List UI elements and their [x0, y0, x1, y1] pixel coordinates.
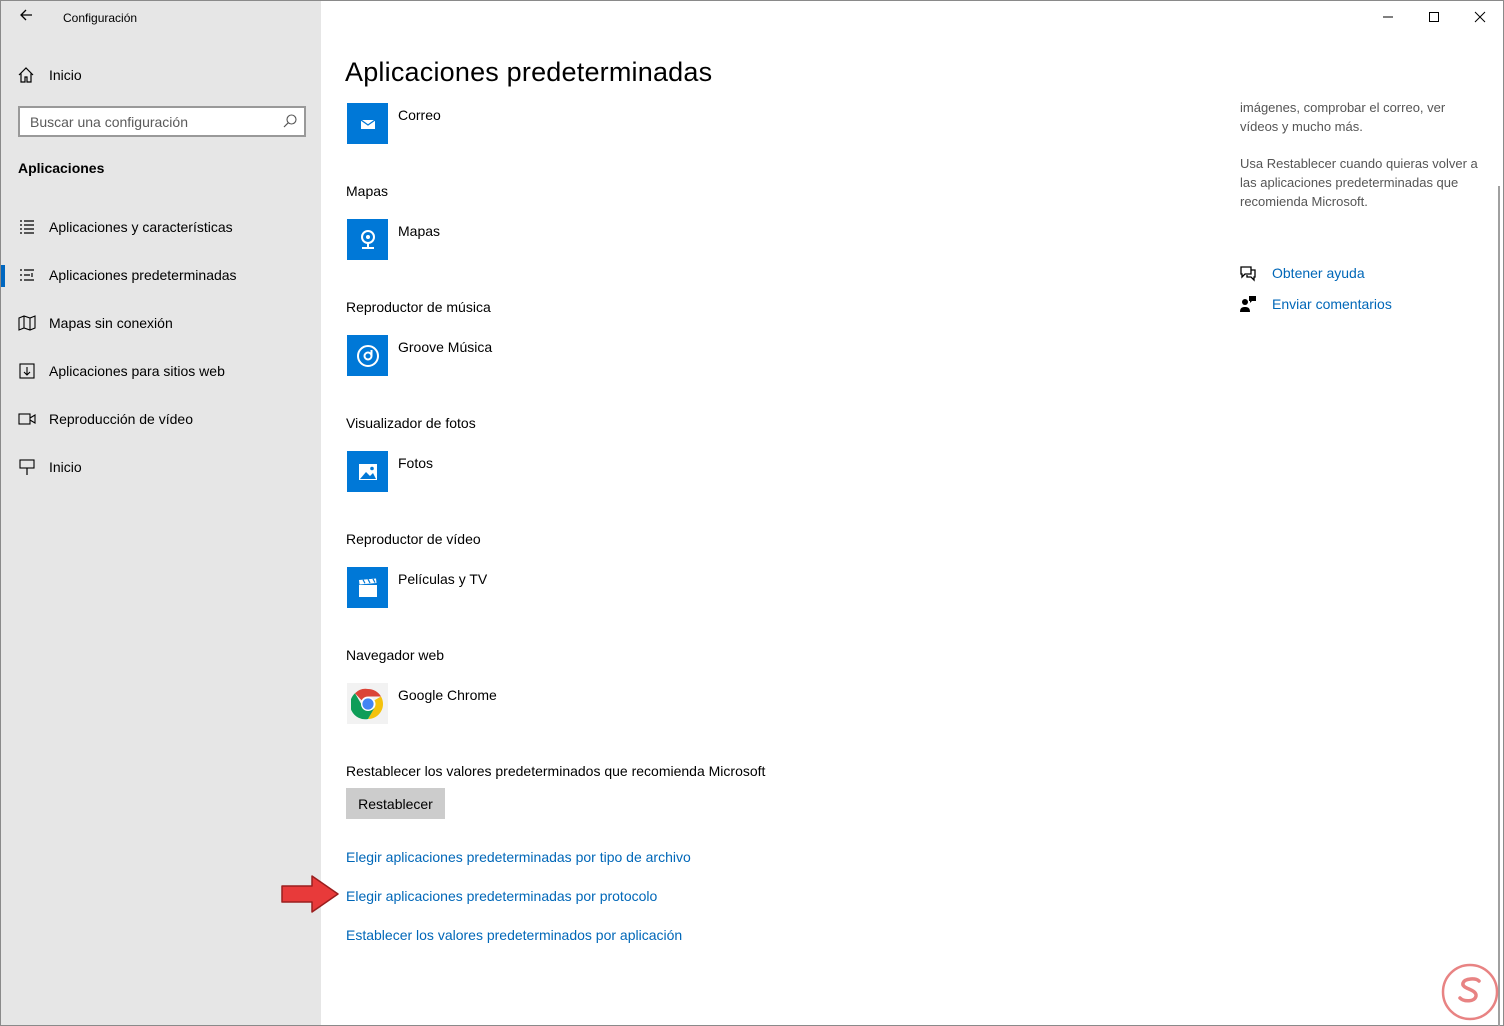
maximize-button[interactable]: [1411, 1, 1457, 33]
search-icon: [283, 114, 297, 128]
groove-icon: [347, 335, 388, 376]
minimize-button[interactable]: [1365, 1, 1411, 33]
chrome-icon: [347, 683, 388, 724]
window-controls: [1365, 1, 1503, 33]
sidebar-item-label: Aplicaciones predeterminadas: [49, 267, 237, 283]
link-by-file-type[interactable]: Elegir aplicaciones predeterminadas por …: [346, 849, 691, 865]
send-feedback-link[interactable]: Enviar comentarios: [1239, 295, 1392, 313]
back-arrow-icon: [20, 9, 32, 21]
sidebar-item-video-playback[interactable]: Reproducción de vídeo: [1, 399, 321, 439]
link-by-app[interactable]: Establecer los valores predeterminados p…: [346, 927, 682, 943]
sidebar-item-web-apps[interactable]: Aplicaciones para sitios web: [1, 351, 321, 391]
web-apps-icon: [19, 363, 35, 379]
page-title: Aplicaciones predeterminadas: [345, 57, 713, 87]
sidebar-item-label: Inicio: [49, 459, 82, 475]
app-name: Correo: [398, 107, 441, 123]
close-icon: [1474, 11, 1486, 23]
app-name: Google Chrome: [398, 687, 497, 703]
feedback-person-icon: [1240, 296, 1256, 312]
group-label-video-player: Reproductor de vídeo: [346, 531, 481, 547]
aside-reset-description: Usa Restablecer cuando quieras volver a …: [1240, 156, 1478, 209]
app-name: Mapas: [398, 223, 441, 239]
sidebar-item-offline-maps[interactable]: Mapas sin conexión: [1, 303, 321, 343]
sidebar-item-apps-features[interactable]: Aplicaciones y características: [1, 207, 321, 247]
settings-window: Configuración Inicio Aplicaciones Aplica…: [0, 0, 1504, 1026]
back-button[interactable]: [15, 7, 37, 29]
reset-label: Restablecer los valores predeterminados …: [346, 763, 766, 779]
group-label-web-browser: Navegador web: [346, 647, 445, 663]
default-app-video[interactable]: Películas y TV: [347, 567, 487, 608]
maps-pin-icon: [347, 219, 388, 260]
link-by-protocol[interactable]: Elegir aplicaciones predeterminadas por …: [346, 888, 657, 904]
maximize-icon: [1429, 12, 1439, 22]
default-app-maps[interactable]: Mapas: [347, 219, 440, 260]
help-chat-icon: [1240, 266, 1256, 282]
default-app-mail[interactable]: Correo: [347, 103, 441, 144]
startup-icon: [19, 459, 35, 475]
nav-home[interactable]: Inicio: [17, 63, 82, 87]
scrollbar[interactable]: [1498, 186, 1500, 1026]
map-icon: [18, 315, 36, 331]
sidebar-item-label: Aplicaciones para sitios web: [49, 363, 225, 379]
photos-icon: [347, 451, 388, 492]
search-input[interactable]: [30, 113, 270, 130]
sidebar-item-default-apps[interactable]: Aplicaciones predeterminadas: [1, 255, 321, 295]
nav-home-label: Inicio: [49, 67, 82, 83]
video-icon: [18, 413, 36, 425]
sidebar-item-label: Mapas sin conexión: [49, 315, 173, 331]
group-label-music-player: Reproductor de música: [346, 299, 491, 315]
section-title: Aplicaciones: [18, 160, 105, 176]
window-title: Configuración: [63, 11, 138, 25]
default-apps-icon: [20, 269, 34, 281]
sidebar-item-label: Reproducción de vídeo: [49, 411, 193, 427]
get-help-link[interactable]: Obtener ayuda: [1239, 264, 1365, 282]
minimize-icon: [1383, 16, 1393, 18]
watermark-logo: [1441, 963, 1499, 1021]
mail-icon: [347, 103, 388, 144]
group-label-maps: Mapas: [346, 183, 389, 199]
home-icon: [18, 67, 34, 83]
red-arrow-annotation: [281, 875, 339, 913]
reset-button[interactable]: Restablecer: [346, 788, 445, 819]
app-name: Películas y TV: [398, 571, 488, 587]
app-name: Fotos: [398, 455, 434, 471]
send-feedback-label: Enviar comentarios: [1272, 296, 1392, 312]
app-name: Groove Música: [398, 339, 493, 355]
get-help-label: Obtener ayuda: [1272, 265, 1365, 281]
sidebar: Configuración Inicio Aplicaciones Aplica…: [1, 1, 321, 1025]
default-app-music[interactable]: Groove Música: [347, 335, 492, 376]
clapper-icon: [347, 567, 388, 608]
aside-description: imágenes, comprobar el correo, ver vídeo…: [1240, 100, 1446, 134]
sidebar-item-startup[interactable]: Inicio: [1, 447, 321, 487]
sidebar-item-label: Aplicaciones y características: [49, 219, 233, 235]
group-label-photo-viewer: Visualizador de fotos: [346, 415, 476, 431]
default-app-photos[interactable]: Fotos: [347, 451, 433, 492]
default-app-browser[interactable]: Google Chrome: [347, 683, 497, 724]
search-box[interactable]: [18, 106, 306, 137]
list-icon: [20, 220, 34, 234]
close-button[interactable]: [1457, 1, 1503, 33]
